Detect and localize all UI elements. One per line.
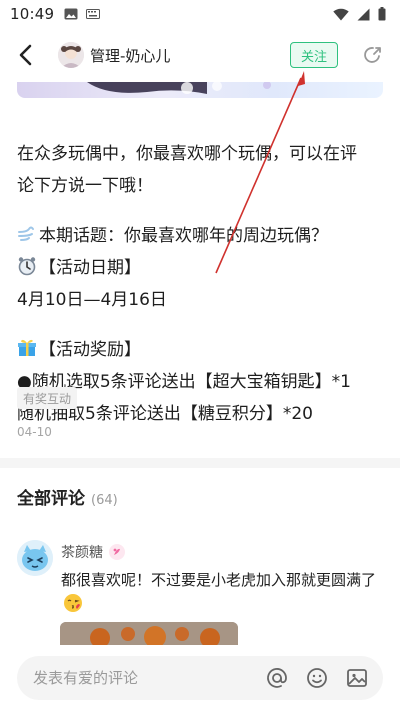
keyboard-icon bbox=[86, 9, 101, 19]
section-divider bbox=[0, 458, 400, 468]
gallery-icon bbox=[64, 8, 78, 20]
at-icon bbox=[267, 668, 287, 688]
alarm-clock-icon bbox=[18, 257, 36, 276]
emoji-button[interactable] bbox=[303, 664, 331, 692]
wind-icon bbox=[18, 226, 34, 241]
reward-heading: 【活动奖励】 bbox=[39, 340, 141, 360]
gift-icon bbox=[18, 339, 36, 356]
battery-icon bbox=[378, 7, 386, 21]
image-icon bbox=[347, 669, 367, 687]
topic-line: 本期话题：你最喜欢哪年的周边玩偶？ bbox=[17, 220, 383, 252]
comment-input-box[interactable] bbox=[17, 656, 383, 700]
commenter-name[interactable]: 茶颜糖 bbox=[61, 542, 103, 562]
post-tag[interactable]: 有奖互动 bbox=[17, 387, 78, 409]
author-name[interactable]: 管理-奶心儿 bbox=[90, 45, 170, 66]
comment-text: 都很喜欢呢！不过要是小老虎加入那就更圆满了 bbox=[61, 568, 381, 616]
status-bar: 10:49 bbox=[0, 0, 400, 28]
comments-title: 全部评论 bbox=[17, 489, 85, 509]
kiss-emoji-icon bbox=[64, 594, 82, 612]
topic-text: 本期话题：你最喜欢哪年的周边玩偶？ bbox=[39, 226, 328, 246]
back-button[interactable] bbox=[12, 35, 38, 75]
reward-heading-line: 【活动奖励】 bbox=[17, 334, 383, 366]
follow-button[interactable]: 关注 bbox=[290, 42, 338, 68]
signal-icon bbox=[357, 8, 370, 20]
mention-button[interactable] bbox=[263, 664, 291, 692]
comments-count: (64) bbox=[91, 493, 118, 508]
commenter-avatar[interactable] bbox=[17, 540, 53, 576]
author-avatar[interactable] bbox=[58, 42, 84, 68]
emoji-icon bbox=[307, 668, 327, 688]
post-date: 04-10 bbox=[17, 425, 52, 439]
date-heading-line: 【活动日期】 bbox=[17, 252, 383, 284]
comment-input[interactable] bbox=[33, 669, 251, 687]
post-text-line: 在众多玩偶中，你最喜欢哪个玩偶，可以在评 bbox=[17, 144, 357, 164]
image-button[interactable] bbox=[343, 664, 371, 692]
share-icon bbox=[364, 47, 381, 63]
top-nav-bar: 管理-奶心儿 关注 bbox=[0, 28, 400, 82]
share-button[interactable] bbox=[358, 40, 388, 70]
comments-header: 全部评论 (64) bbox=[17, 484, 118, 509]
user-badge-icon bbox=[109, 544, 125, 560]
comment-input-bar bbox=[0, 645, 400, 711]
date-range: 4月10日—4月16日 bbox=[17, 290, 167, 310]
back-icon bbox=[19, 44, 32, 66]
wifi-icon bbox=[333, 8, 349, 20]
post-text-line: 论下方说一下哦！ bbox=[17, 176, 153, 196]
comment-image[interactable] bbox=[60, 622, 238, 646]
date-heading: 【活动日期】 bbox=[39, 258, 141, 278]
status-time: 10:49 bbox=[10, 5, 55, 23]
post-cover-image[interactable] bbox=[17, 82, 383, 98]
